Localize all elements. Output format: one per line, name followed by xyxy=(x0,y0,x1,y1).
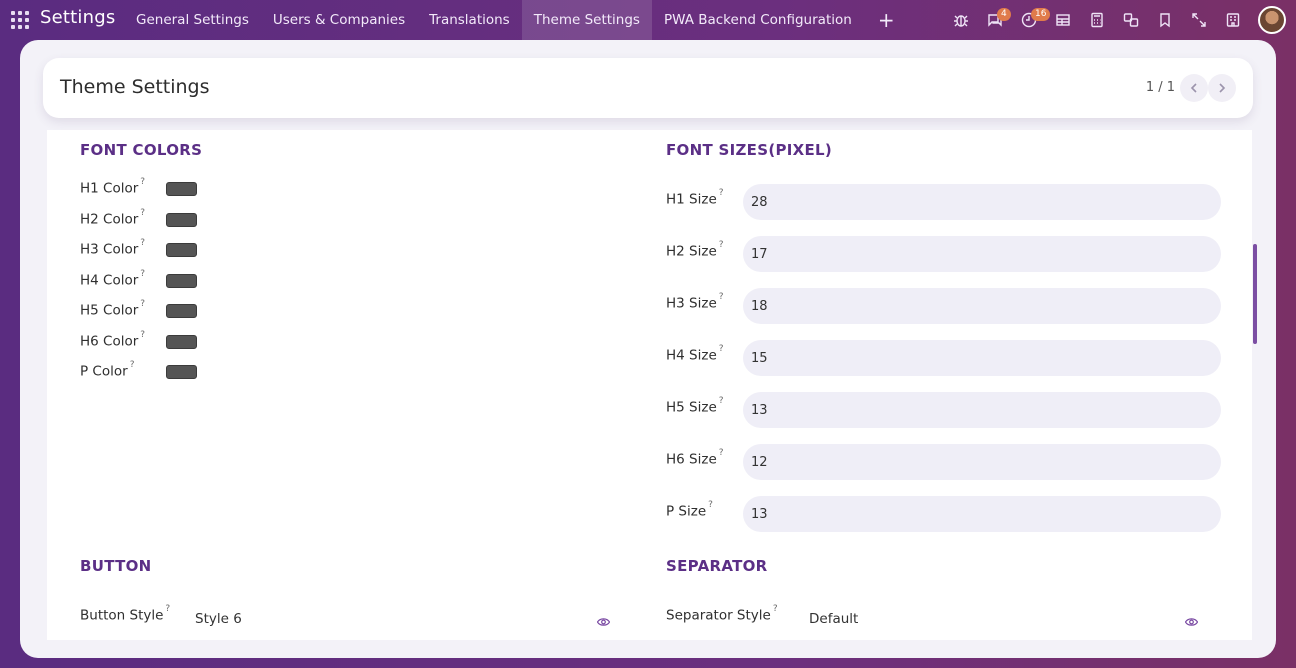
pager-next-button[interactable] xyxy=(1208,74,1236,102)
h3-size-label: H3 Size? xyxy=(666,292,724,312)
bookmark-icon[interactable] xyxy=(1148,0,1182,40)
h6-size-label: H6 Size? xyxy=(666,448,724,468)
fullscreen-icon[interactable] xyxy=(1182,0,1216,40)
h2-size-input[interactable]: 17 xyxy=(743,236,1221,272)
h6-color-label: H6 Color? xyxy=(80,330,146,350)
separator-style-label: Separator Style? xyxy=(666,604,778,624)
p-color-picker[interactable] xyxy=(166,365,197,379)
systray: 4 16 xyxy=(944,0,1296,40)
h3-size-input[interactable]: 18 xyxy=(743,288,1221,324)
menu-users-companies[interactable]: Users & Companies xyxy=(261,0,417,40)
chevron-left-icon xyxy=(1190,83,1197,93)
top-navbar: Settings General Settings Users & Compan… xyxy=(0,0,1296,40)
h5-size-label: H5 Size? xyxy=(666,396,724,416)
separator-style-select[interactable]: Default xyxy=(809,611,858,627)
h4-color-label: H4 Color? xyxy=(80,269,146,289)
section-button-title: BUTTON xyxy=(80,557,152,575)
control-panel: Theme Settings 1 / 1 xyxy=(43,58,1253,118)
layout-icon[interactable] xyxy=(1046,0,1080,40)
h3-color-label: H3 Color? xyxy=(80,238,146,258)
h5-color-label: H5 Color? xyxy=(80,299,146,319)
pager-value[interactable]: 1 / 1 xyxy=(1146,80,1175,95)
h1-color-picker[interactable] xyxy=(166,182,197,196)
form-scrollbar-track[interactable] xyxy=(1252,130,1258,640)
main-content: Theme Settings 1 / 1 FONT COLORS H1 Colo… xyxy=(20,40,1276,658)
h4-color-picker[interactable] xyxy=(166,274,197,288)
h5-size-input[interactable]: 13 xyxy=(743,392,1221,428)
calculator-icon[interactable] xyxy=(1080,0,1114,40)
h6-color-picker[interactable] xyxy=(166,335,197,349)
p-size-input[interactable]: 13 xyxy=(743,496,1221,532)
app-name[interactable]: Settings xyxy=(40,7,115,28)
messages-icon[interactable]: 4 xyxy=(978,0,1012,40)
menu-general-settings[interactable]: General Settings xyxy=(124,0,261,40)
messages-badge: 4 xyxy=(997,8,1011,21)
chevron-right-icon xyxy=(1219,83,1226,93)
h2-color-picker[interactable] xyxy=(166,213,197,227)
app-menu-icon[interactable] xyxy=(11,11,29,29)
h1-size-label: H1 Size? xyxy=(666,188,724,208)
eye-icon[interactable] xyxy=(1184,612,1199,626)
main-menu: General Settings Users & Companies Trans… xyxy=(124,0,909,40)
section-separator-title: SEPARATOR xyxy=(666,557,768,575)
menu-theme-settings[interactable]: Theme Settings xyxy=(521,0,652,40)
activity-clock-icon[interactable]: 16 xyxy=(1012,0,1051,40)
h4-size-label: H4 Size? xyxy=(666,344,724,364)
company-grid-icon[interactable] xyxy=(1216,0,1250,40)
user-avatar[interactable] xyxy=(1258,6,1286,34)
eye-icon[interactable] xyxy=(596,612,611,626)
add-menu-button[interactable]: + xyxy=(864,0,909,40)
h1-color-label: H1 Color? xyxy=(80,177,146,197)
h4-size-input[interactable]: 15 xyxy=(743,340,1221,376)
p-size-label: P Size? xyxy=(666,500,713,520)
bug-icon[interactable] xyxy=(944,0,978,40)
button-style-select[interactable]: Style 6 xyxy=(195,611,242,627)
page-title: Theme Settings xyxy=(60,76,210,98)
p-color-label: P Color? xyxy=(80,360,135,380)
form-sheet: FONT COLORS H1 Color? H2 Color? H3 Color… xyxy=(47,130,1252,640)
h2-size-label: H2 Size? xyxy=(666,240,724,260)
section-font-colors-title: FONT COLORS xyxy=(80,141,203,159)
h5-color-picker[interactable] xyxy=(166,304,197,318)
h3-color-picker[interactable] xyxy=(166,243,197,257)
form-scrollbar-thumb[interactable] xyxy=(1253,244,1257,344)
h2-color-label: H2 Color? xyxy=(80,208,146,228)
button-style-label: Button Style? xyxy=(80,604,171,624)
h1-size-input[interactable]: 28 xyxy=(743,184,1221,220)
h6-size-input[interactable]: 12 xyxy=(743,444,1221,480)
menu-translations[interactable]: Translations xyxy=(417,0,522,40)
pager-previous-button[interactable] xyxy=(1180,74,1208,102)
language-icon[interactable] xyxy=(1114,0,1148,40)
menu-pwa-backend-configuration[interactable]: PWA Backend Configuration xyxy=(652,0,864,40)
section-font-sizes-title: FONT SIZES(PIXEL) xyxy=(666,141,833,159)
